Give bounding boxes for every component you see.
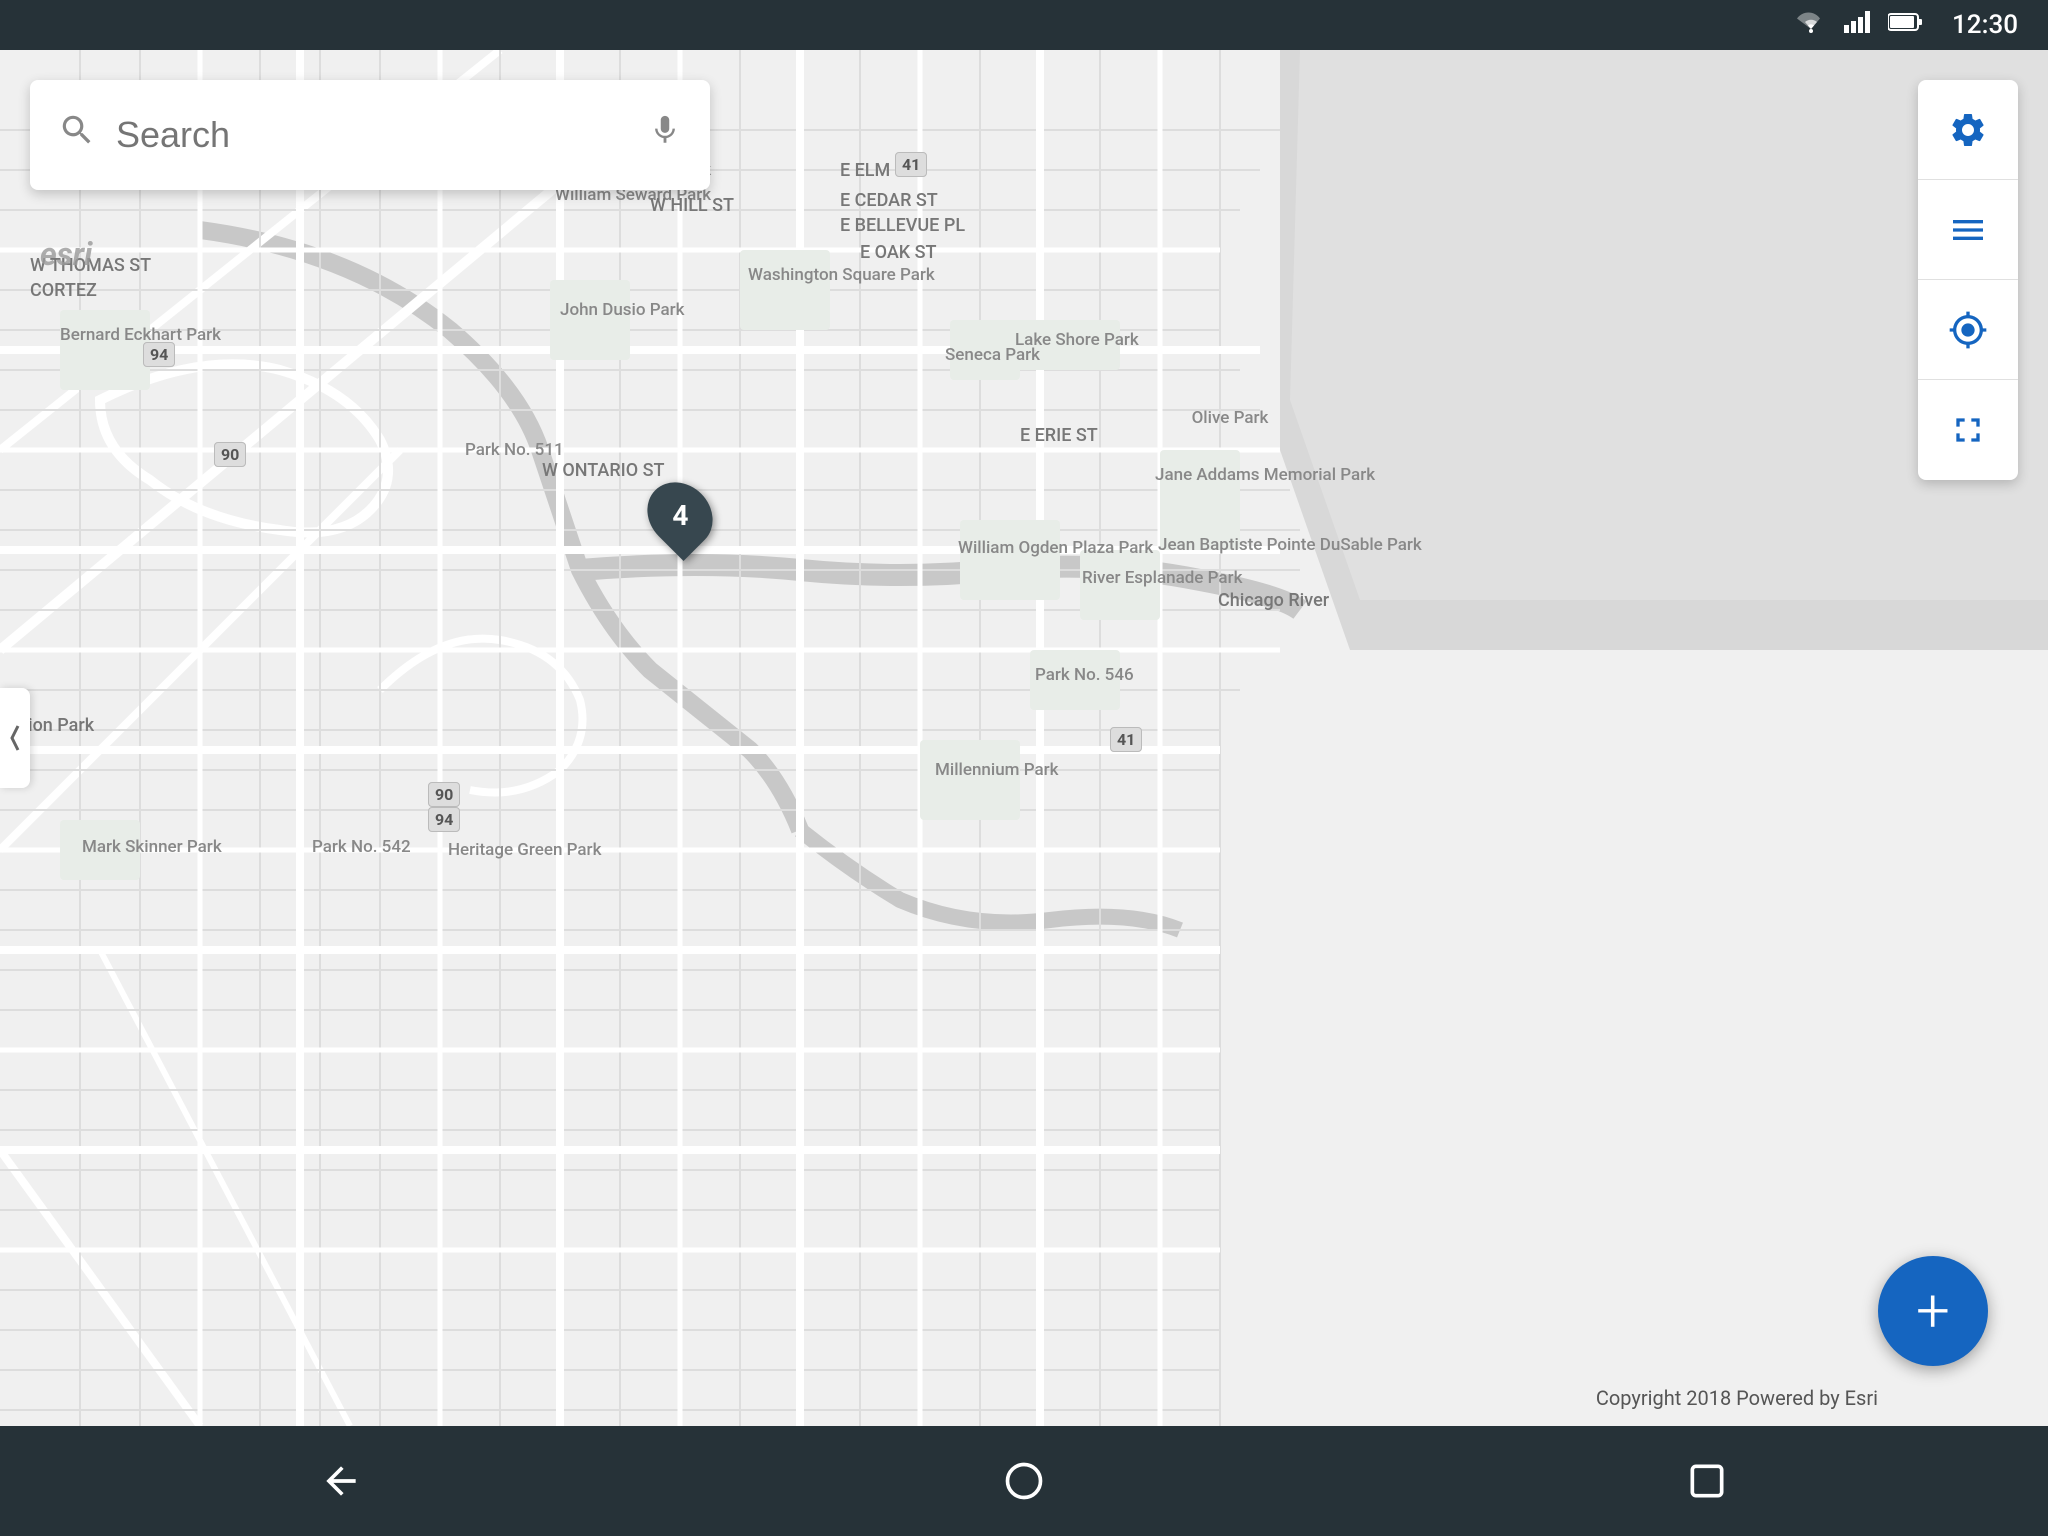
nav-bar bbox=[0, 1426, 2048, 1536]
highway-94-badge-2: 94 bbox=[428, 810, 460, 829]
add-fab-button[interactable]: + bbox=[1878, 1256, 1988, 1366]
search-input[interactable] bbox=[116, 114, 632, 156]
status-bar: 12:30 bbox=[0, 0, 2048, 50]
map-container[interactable]: Park W THOMAS ST CORTEZ E ELM ST E CEDAR… bbox=[0, 50, 2048, 1426]
layers-button[interactable] bbox=[1918, 180, 2018, 280]
signal-icon bbox=[1844, 11, 1870, 39]
highway-41-badge: 41 bbox=[1110, 730, 1142, 749]
highway-94-badge: 94 bbox=[143, 345, 175, 364]
esri-logo: esri bbox=[40, 235, 92, 273]
copyright-text: Copyright 2018 Powered by Esri bbox=[1596, 1386, 1878, 1410]
highway-90-badge-2: 90 bbox=[428, 785, 460, 804]
home-button[interactable] bbox=[984, 1441, 1064, 1521]
search-bar bbox=[30, 80, 710, 190]
microphone-icon[interactable] bbox=[648, 111, 682, 159]
back-button[interactable] bbox=[301, 1441, 381, 1521]
search-icon bbox=[58, 111, 96, 159]
highway-90-badge: 90 bbox=[214, 445, 246, 464]
status-time: 12:30 bbox=[1952, 10, 2018, 40]
right-toolbar bbox=[1918, 80, 2018, 480]
left-panel-toggle[interactable] bbox=[0, 688, 30, 788]
recent-apps-button[interactable] bbox=[1667, 1441, 1747, 1521]
wifi-icon bbox=[1796, 11, 1826, 39]
map-background bbox=[0, 50, 2048, 1426]
map-marker[interactable]: 4 bbox=[650, 480, 710, 550]
settings-button[interactable] bbox=[1918, 80, 2018, 180]
highway-41-badge-2: 41 bbox=[895, 155, 927, 174]
battery-icon bbox=[1888, 12, 1924, 38]
fullscreen-button[interactable] bbox=[1918, 380, 2018, 480]
location-button[interactable] bbox=[1918, 280, 2018, 380]
add-icon: + bbox=[1916, 1281, 1950, 1341]
